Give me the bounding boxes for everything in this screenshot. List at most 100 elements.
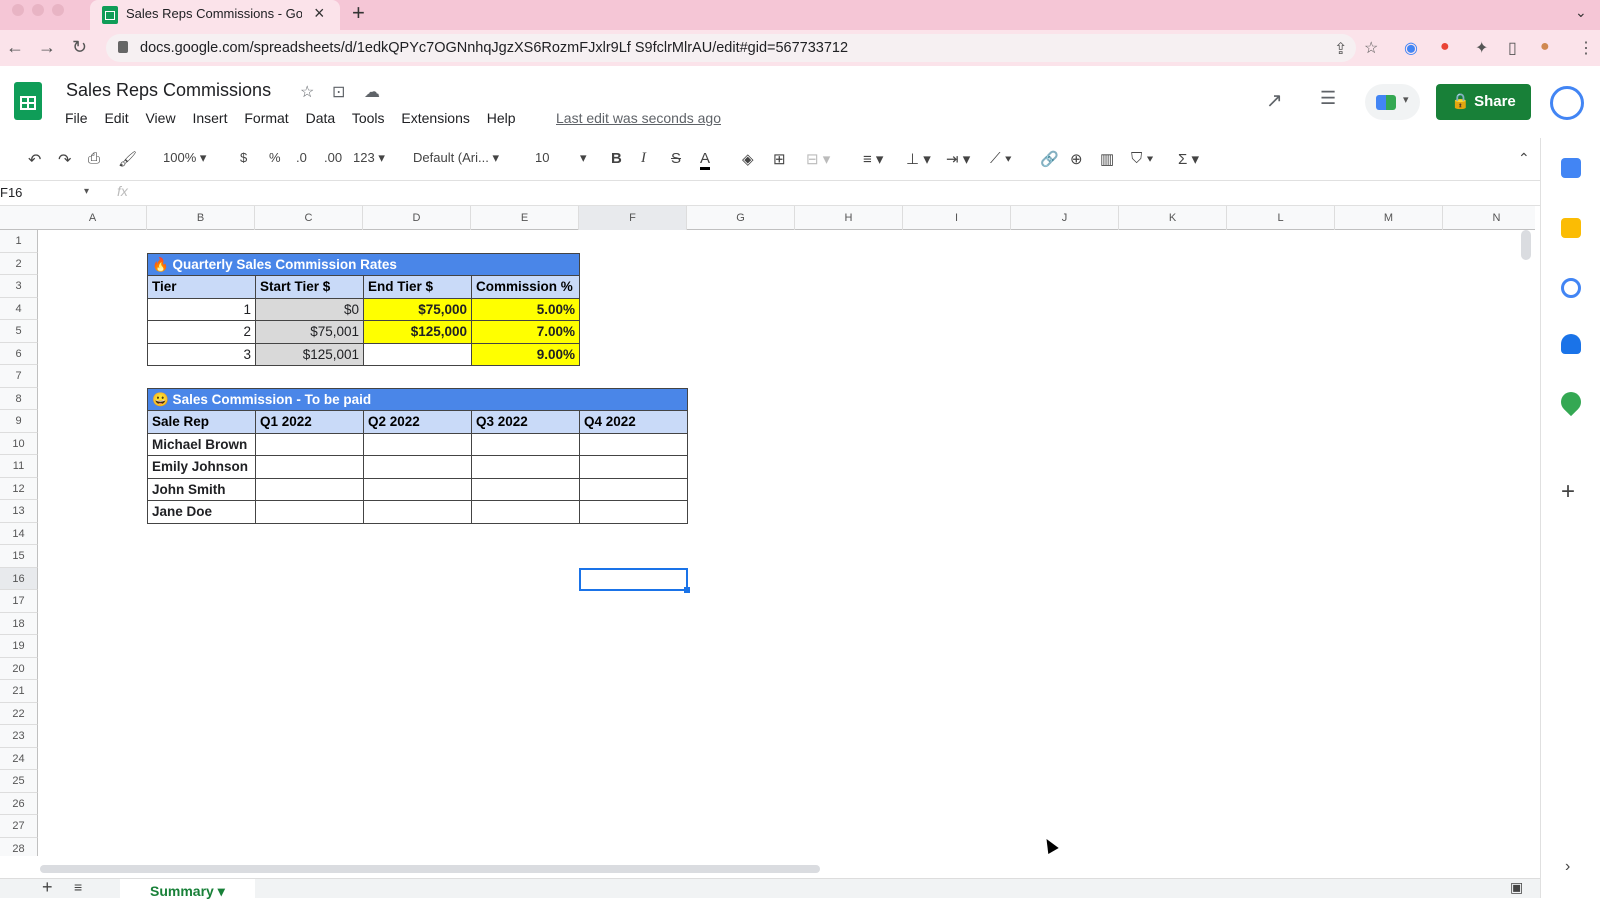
maps-icon[interactable]: [1556, 387, 1586, 417]
close-tab-icon[interactable]: ×: [314, 3, 325, 24]
name-box[interactable]: F16: [0, 185, 22, 200]
row-header-10[interactable]: 10: [0, 432, 38, 455]
extension-color-icon[interactable]: ●: [1440, 38, 1450, 56]
rates-cell-r2-c1[interactable]: $125,001: [255, 342, 364, 366]
bold-button[interactable]: B: [611, 150, 622, 167]
commission-header-4[interactable]: Q4 2022: [579, 410, 688, 434]
rep-name-cell[interactable]: Jane Doe: [147, 500, 256, 524]
functions-icon[interactable]: Σ ▾: [1178, 150, 1199, 168]
commission-value-cell[interactable]: [579, 455, 688, 479]
rep-name-cell[interactable]: Michael Brown: [147, 432, 256, 456]
column-header-f[interactable]: F: [579, 206, 687, 230]
row-header-23[interactable]: 23: [0, 725, 38, 748]
side-panel-icon[interactable]: ▯: [1508, 38, 1517, 58]
column-header-l[interactable]: L: [1227, 206, 1335, 230]
filter-icon[interactable]: ⛉ ▾: [1131, 150, 1154, 167]
font-family-select[interactable]: Default (Ari... ▾: [413, 150, 499, 166]
commission-table-title[interactable]: 😀 Sales Commission - To be paid: [147, 387, 688, 411]
commission-value-cell[interactable]: [471, 432, 580, 456]
column-header-d[interactable]: D: [363, 206, 471, 230]
commission-value-cell[interactable]: [471, 455, 580, 479]
add-sheet-icon[interactable]: +: [42, 877, 53, 898]
browser-menu-icon[interactable]: ⋮: [1578, 38, 1594, 58]
window-minimize-dot[interactable]: [32, 4, 44, 16]
account-avatar[interactable]: [1550, 86, 1584, 120]
commission-value-cell[interactable]: [363, 477, 472, 501]
menu-help[interactable]: Help: [487, 110, 516, 126]
menu-edit[interactable]: Edit: [104, 110, 128, 126]
forward-icon[interactable]: →: [38, 37, 56, 58]
row-header-3[interactable]: 3: [0, 275, 38, 298]
commission-value-cell[interactable]: [579, 500, 688, 524]
borders-icon[interactable]: ⊞: [773, 150, 786, 168]
browser-tab[interactable]: Sales Reps Commissions - Goo ×: [90, 0, 340, 30]
rates-cell-r1-c1[interactable]: $75,001: [255, 320, 364, 344]
vertical-align-icon[interactable]: ⊥ ▾: [906, 150, 931, 168]
insert-chart-icon[interactable]: ▥: [1100, 150, 1114, 168]
row-header-24[interactable]: 24: [0, 747, 38, 770]
commission-value-cell[interactable]: [255, 455, 364, 479]
fill-color-icon[interactable]: ◈: [742, 150, 754, 168]
commission-value-cell[interactable]: [579, 477, 688, 501]
text-color-button[interactable]: A: [700, 150, 711, 170]
menu-data[interactable]: Data: [306, 110, 336, 126]
row-header-12[interactable]: 12: [0, 477, 38, 500]
bookmark-star-icon[interactable]: ☆: [1364, 38, 1378, 58]
row-header-18[interactable]: 18: [0, 612, 38, 635]
row-header-7[interactable]: 7: [0, 365, 38, 388]
horizontal-scrollbar[interactable]: [40, 865, 820, 873]
column-header-e[interactable]: E: [471, 206, 579, 230]
commission-value-cell[interactable]: [363, 432, 472, 456]
currency-format-button[interactable]: $: [240, 150, 247, 165]
commission-value-cell[interactable]: [579, 432, 688, 456]
rates-header-2[interactable]: End Tier $: [363, 275, 472, 299]
redo-icon[interactable]: ↷: [58, 150, 71, 170]
insert-link-icon[interactable]: 🔗: [1040, 150, 1059, 168]
column-header-g[interactable]: G: [687, 206, 795, 230]
explore-icon[interactable]: ▣: [1510, 879, 1523, 896]
row-header-20[interactable]: 20: [0, 657, 38, 680]
merge-cells-icon[interactable]: ⊟ ▾: [806, 150, 830, 168]
more-formats-select[interactable]: 123 ▾: [353, 150, 385, 166]
column-header-i[interactable]: I: [903, 206, 1011, 230]
commission-value-cell[interactable]: [471, 477, 580, 501]
column-header-c[interactable]: C: [255, 206, 363, 230]
rates-cell-r0-c3[interactable]: 5.00%: [471, 297, 580, 321]
percent-format-button[interactable]: %: [269, 150, 281, 165]
text-rotation-icon[interactable]: ⟋ ▾: [990, 150, 1012, 167]
contacts-icon[interactable]: [1561, 334, 1581, 354]
rates-cell-r1-c2[interactable]: $125,000: [363, 320, 472, 344]
window-maximize-dot[interactable]: [52, 4, 64, 16]
comments-icon[interactable]: ☰: [1320, 88, 1336, 109]
sheet-tab-summary[interactable]: Summary ▾: [120, 879, 255, 899]
rates-cell-r1-c0[interactable]: 2: [147, 320, 256, 344]
all-sheets-icon[interactable]: ≡: [74, 879, 82, 895]
menu-format[interactable]: Format: [244, 110, 288, 126]
commission-header-3[interactable]: Q3 2022: [471, 410, 580, 434]
rates-cell-r0-c0[interactable]: 1: [147, 297, 256, 321]
rates-cell-r2-c3[interactable]: 9.00%: [471, 342, 580, 366]
row-header-21[interactable]: 21: [0, 680, 38, 703]
strikethrough-button[interactable]: S: [671, 150, 681, 167]
row-header-8[interactable]: 8: [0, 387, 38, 410]
profile-avatar-icon[interactable]: ●: [1540, 38, 1550, 56]
commission-header-2[interactable]: Q2 2022: [363, 410, 472, 434]
commission-value-cell[interactable]: [255, 477, 364, 501]
decrease-decimal-button[interactable]: .0: [296, 150, 307, 165]
commission-header-1[interactable]: Q1 2022: [255, 410, 364, 434]
row-header-5[interactable]: 5: [0, 320, 38, 343]
commission-value-cell[interactable]: [363, 500, 472, 524]
menu-insert[interactable]: Insert: [192, 110, 227, 126]
cloud-status-icon[interactable]: ☁: [364, 82, 380, 102]
rates-table-title[interactable]: 🔥 Quarterly Sales Commission Rates: [147, 252, 580, 276]
text-wrap-icon[interactable]: ⇥ ▾: [946, 150, 970, 168]
column-header-k[interactable]: K: [1119, 206, 1227, 230]
print-icon[interactable]: ⎙: [88, 150, 100, 167]
row-header-6[interactable]: 6: [0, 342, 38, 365]
column-header-j[interactable]: J: [1011, 206, 1119, 230]
tab-list-chevron-icon[interactable]: ⌄: [1575, 4, 1587, 21]
rates-header-3[interactable]: Commission %: [471, 275, 580, 299]
share-button[interactable]: 🔒 Share: [1436, 84, 1531, 120]
horizontal-align-icon[interactable]: ≡ ▾: [863, 150, 883, 168]
commission-value-cell[interactable]: [255, 432, 364, 456]
